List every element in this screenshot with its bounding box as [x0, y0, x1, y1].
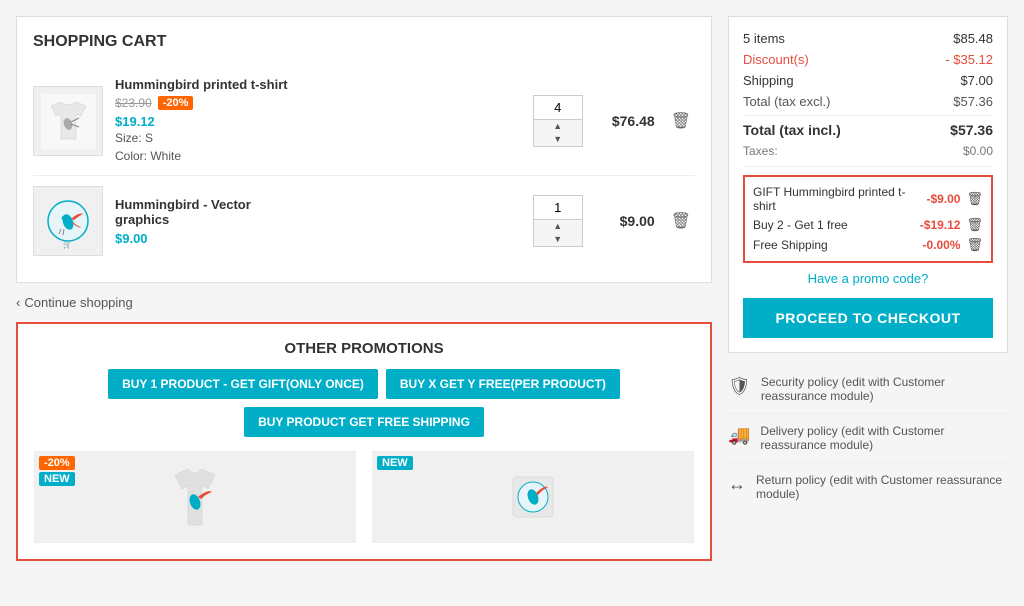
- promo-applied-3: Free Shipping -0.00% 🗑: [753, 237, 983, 253]
- return-text: Return policy (edit with Customer reassu…: [756, 473, 1008, 501]
- badge-new-1: NEW: [39, 472, 75, 486]
- item-name-2: Hummingbird - Vectorgraphics: [115, 197, 521, 227]
- reassurance-return: ↔ Return policy (edit with Customer reas…: [728, 463, 1008, 511]
- cart-item-2: 🛒 Hummingbird - Vectorgraphics $9.00 ▲ ▼…: [33, 176, 695, 266]
- sale-price-2: $9.00: [115, 231, 521, 246]
- continue-shopping-link[interactable]: ‹ Continue shopping: [16, 295, 712, 310]
- promo-applied-2: Buy 2 - Get 1 free -$19.12 🗑: [753, 217, 983, 233]
- shipping-value: $7.00: [960, 73, 993, 88]
- total-incl-label: Total (tax incl.): [743, 122, 841, 138]
- qty-up-2[interactable]: ▲: [534, 220, 582, 233]
- qty-up-1[interactable]: ▲: [534, 120, 582, 133]
- truck-icon: 🚚: [728, 425, 750, 446]
- summary-taxes-row: Taxes: $0.00: [743, 144, 993, 167]
- item-image-1: [33, 86, 103, 156]
- promo-applied-value-3: -0.00%: [922, 238, 960, 252]
- promo-applied-value-2: -$19.12: [920, 218, 961, 232]
- quantity-input-1[interactable]: [534, 96, 582, 120]
- reassurance-section: 🛡 Security policy (edit with Customer re…: [728, 365, 1008, 511]
- promo-product-1-image: [35, 452, 355, 542]
- promo-btn-buy-get[interactable]: BUY X GET Y FREE(PER PRODUCT): [386, 369, 620, 399]
- promo-delete-1[interactable]: 🗑: [966, 191, 983, 207]
- discount-value: - $35.12: [945, 52, 993, 67]
- shopping-cart-section: SHOPPING CART Hummingb: [16, 16, 712, 283]
- discount-label: Discount(s): [743, 52, 809, 67]
- items-price: $85.48: [953, 31, 993, 46]
- promo-applied-value-1: -$9.00: [926, 192, 960, 206]
- item-total-2: $9.00: [595, 213, 655, 229]
- badge-new-2: NEW: [377, 456, 413, 470]
- continue-shopping-label: Continue shopping: [24, 295, 132, 310]
- summary-shipping-row: Shipping $7.00: [743, 73, 993, 88]
- reassurance-delivery: 🚚 Delivery policy (edit with Customer re…: [728, 414, 1008, 463]
- delivery-text: Delivery policy (edit with Customer reas…: [760, 424, 1008, 452]
- cart-item: Hummingbird printed t-shirt $23.90 -20% …: [33, 67, 695, 176]
- promo-product-1: -20% NEW: [34, 451, 356, 543]
- total-incl-value: $57.36: [950, 122, 993, 138]
- cart-title: SHOPPING CART: [33, 33, 695, 51]
- items-count: 5 items: [743, 31, 785, 46]
- item-meta-1: Size: SColor: White: [115, 129, 521, 165]
- checkout-button[interactable]: PROCEED TO CHECKOUT: [743, 298, 993, 338]
- promo-btn-gift[interactable]: BUY 1 PRODUCT - GET GIFT(ONLY ONCE): [108, 369, 378, 399]
- promotions-title: OTHER PROMOTIONS: [34, 340, 694, 357]
- qty-down-2[interactable]: ▼: [534, 233, 582, 246]
- item-name-1: Hummingbird printed t-shirt: [115, 77, 521, 92]
- chevron-left-icon: ‹: [16, 295, 20, 310]
- return-icon: ↔: [728, 474, 746, 495]
- quantity-control-2[interactable]: ▲ ▼: [533, 195, 583, 247]
- sale-price-1: $19.12: [115, 114, 521, 129]
- promo-applied-name-1: GIFT Hummingbird printed t-shirt: [753, 185, 926, 213]
- taxes-value: $0.00: [963, 144, 993, 158]
- original-price-1: $23.90: [115, 96, 152, 110]
- qty-down-1[interactable]: ▼: [534, 133, 582, 146]
- promo-product-2-badges: NEW: [377, 456, 413, 470]
- delete-item-1[interactable]: 🗑: [667, 107, 695, 135]
- discount-badge-1: -20%: [158, 96, 194, 110]
- promo-delete-3[interactable]: 🗑: [966, 237, 983, 253]
- promo-code-link[interactable]: Have a promo code?: [743, 271, 993, 286]
- item-details-1: Hummingbird printed t-shirt $23.90 -20% …: [115, 77, 521, 165]
- promo-btn-free-shipping[interactable]: BUY PRODUCT GET FREE SHIPPING: [244, 407, 484, 437]
- delete-item-2[interactable]: 🗑: [667, 207, 695, 235]
- summary-discount-row: Discount(s) - $35.12: [743, 52, 993, 67]
- promo-product-1-badges: -20% NEW: [39, 456, 75, 486]
- order-summary: 5 items $85.48 Discount(s) - $35.12 Ship…: [728, 16, 1008, 353]
- shipping-label: Shipping: [743, 73, 794, 88]
- summary-items-row: 5 items $85.48: [743, 31, 993, 46]
- total-excl-value: $57.36: [953, 94, 993, 109]
- promo-product-2-image: [373, 452, 693, 542]
- shield-icon: 🛡: [728, 376, 751, 397]
- quantity-control-1[interactable]: ▲ ▼: [533, 95, 583, 147]
- summary-total-excl-row: Total (tax excl.) $57.36: [743, 94, 993, 109]
- security-text: Security policy (edit with Customer reas…: [761, 375, 1008, 403]
- promo-applied-name-3: Free Shipping: [753, 238, 922, 252]
- item-details-2: Hummingbird - Vectorgraphics $9.00: [115, 197, 521, 246]
- total-excl-label: Total (tax excl.): [743, 94, 830, 109]
- other-promotions-section: OTHER PROMOTIONS BUY 1 PRODUCT - GET GIF…: [16, 322, 712, 561]
- promo-buttons-container: BUY 1 PRODUCT - GET GIFT(ONLY ONCE) BUY …: [34, 369, 694, 437]
- promotions-applied-box: GIFT Hummingbird printed t-shirt -$9.00 …: [743, 175, 993, 263]
- badge-discount-1: -20%: [39, 456, 75, 470]
- svg-text:🛒: 🛒: [63, 240, 72, 249]
- quantity-input-2[interactable]: [534, 196, 582, 220]
- promo-product-2: NEW: [372, 451, 694, 543]
- item-total-1: $76.48: [595, 113, 655, 129]
- taxes-label: Taxes:: [743, 144, 778, 158]
- item-image-2: 🛒: [33, 186, 103, 256]
- price-row-1: $23.90 -20%: [115, 96, 521, 110]
- promo-applied-name-2: Buy 2 - Get 1 free: [753, 218, 920, 232]
- reassurance-security: 🛡 Security policy (edit with Customer re…: [728, 365, 1008, 414]
- promo-products-list: -20% NEW NEW: [34, 451, 694, 543]
- promo-delete-2[interactable]: 🗑: [966, 217, 983, 233]
- summary-total-incl-row: Total (tax incl.) $57.36: [743, 115, 993, 138]
- right-panel: 5 items $85.48 Discount(s) - $35.12 Ship…: [728, 16, 1008, 561]
- promo-applied-1: GIFT Hummingbird printed t-shirt -$9.00 …: [753, 185, 983, 213]
